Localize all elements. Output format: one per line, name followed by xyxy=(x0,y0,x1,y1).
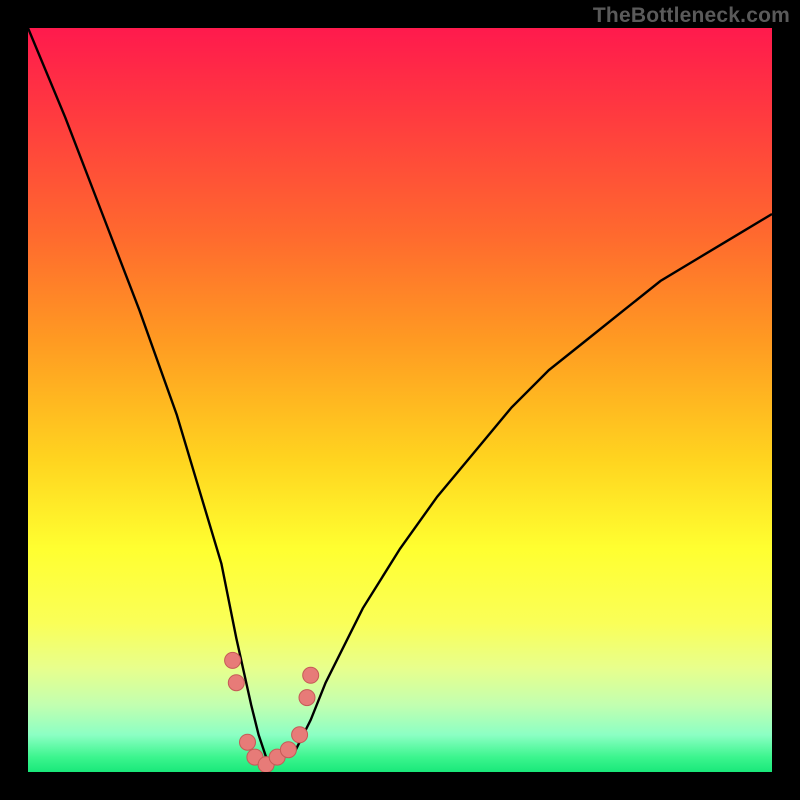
chart-svg xyxy=(28,28,772,772)
bottleneck-curve xyxy=(28,28,772,765)
curve-marker xyxy=(303,667,319,683)
watermark-text: TheBottleneck.com xyxy=(593,4,790,28)
curve-marker xyxy=(280,742,296,758)
curve-marker xyxy=(292,727,308,743)
curve-marker xyxy=(240,734,256,750)
curve-marker xyxy=(228,675,244,691)
chart-frame xyxy=(28,28,772,772)
plot-area xyxy=(28,28,772,772)
curve-marker xyxy=(225,652,241,668)
curve-markers xyxy=(225,652,319,772)
curve-marker xyxy=(299,690,315,706)
